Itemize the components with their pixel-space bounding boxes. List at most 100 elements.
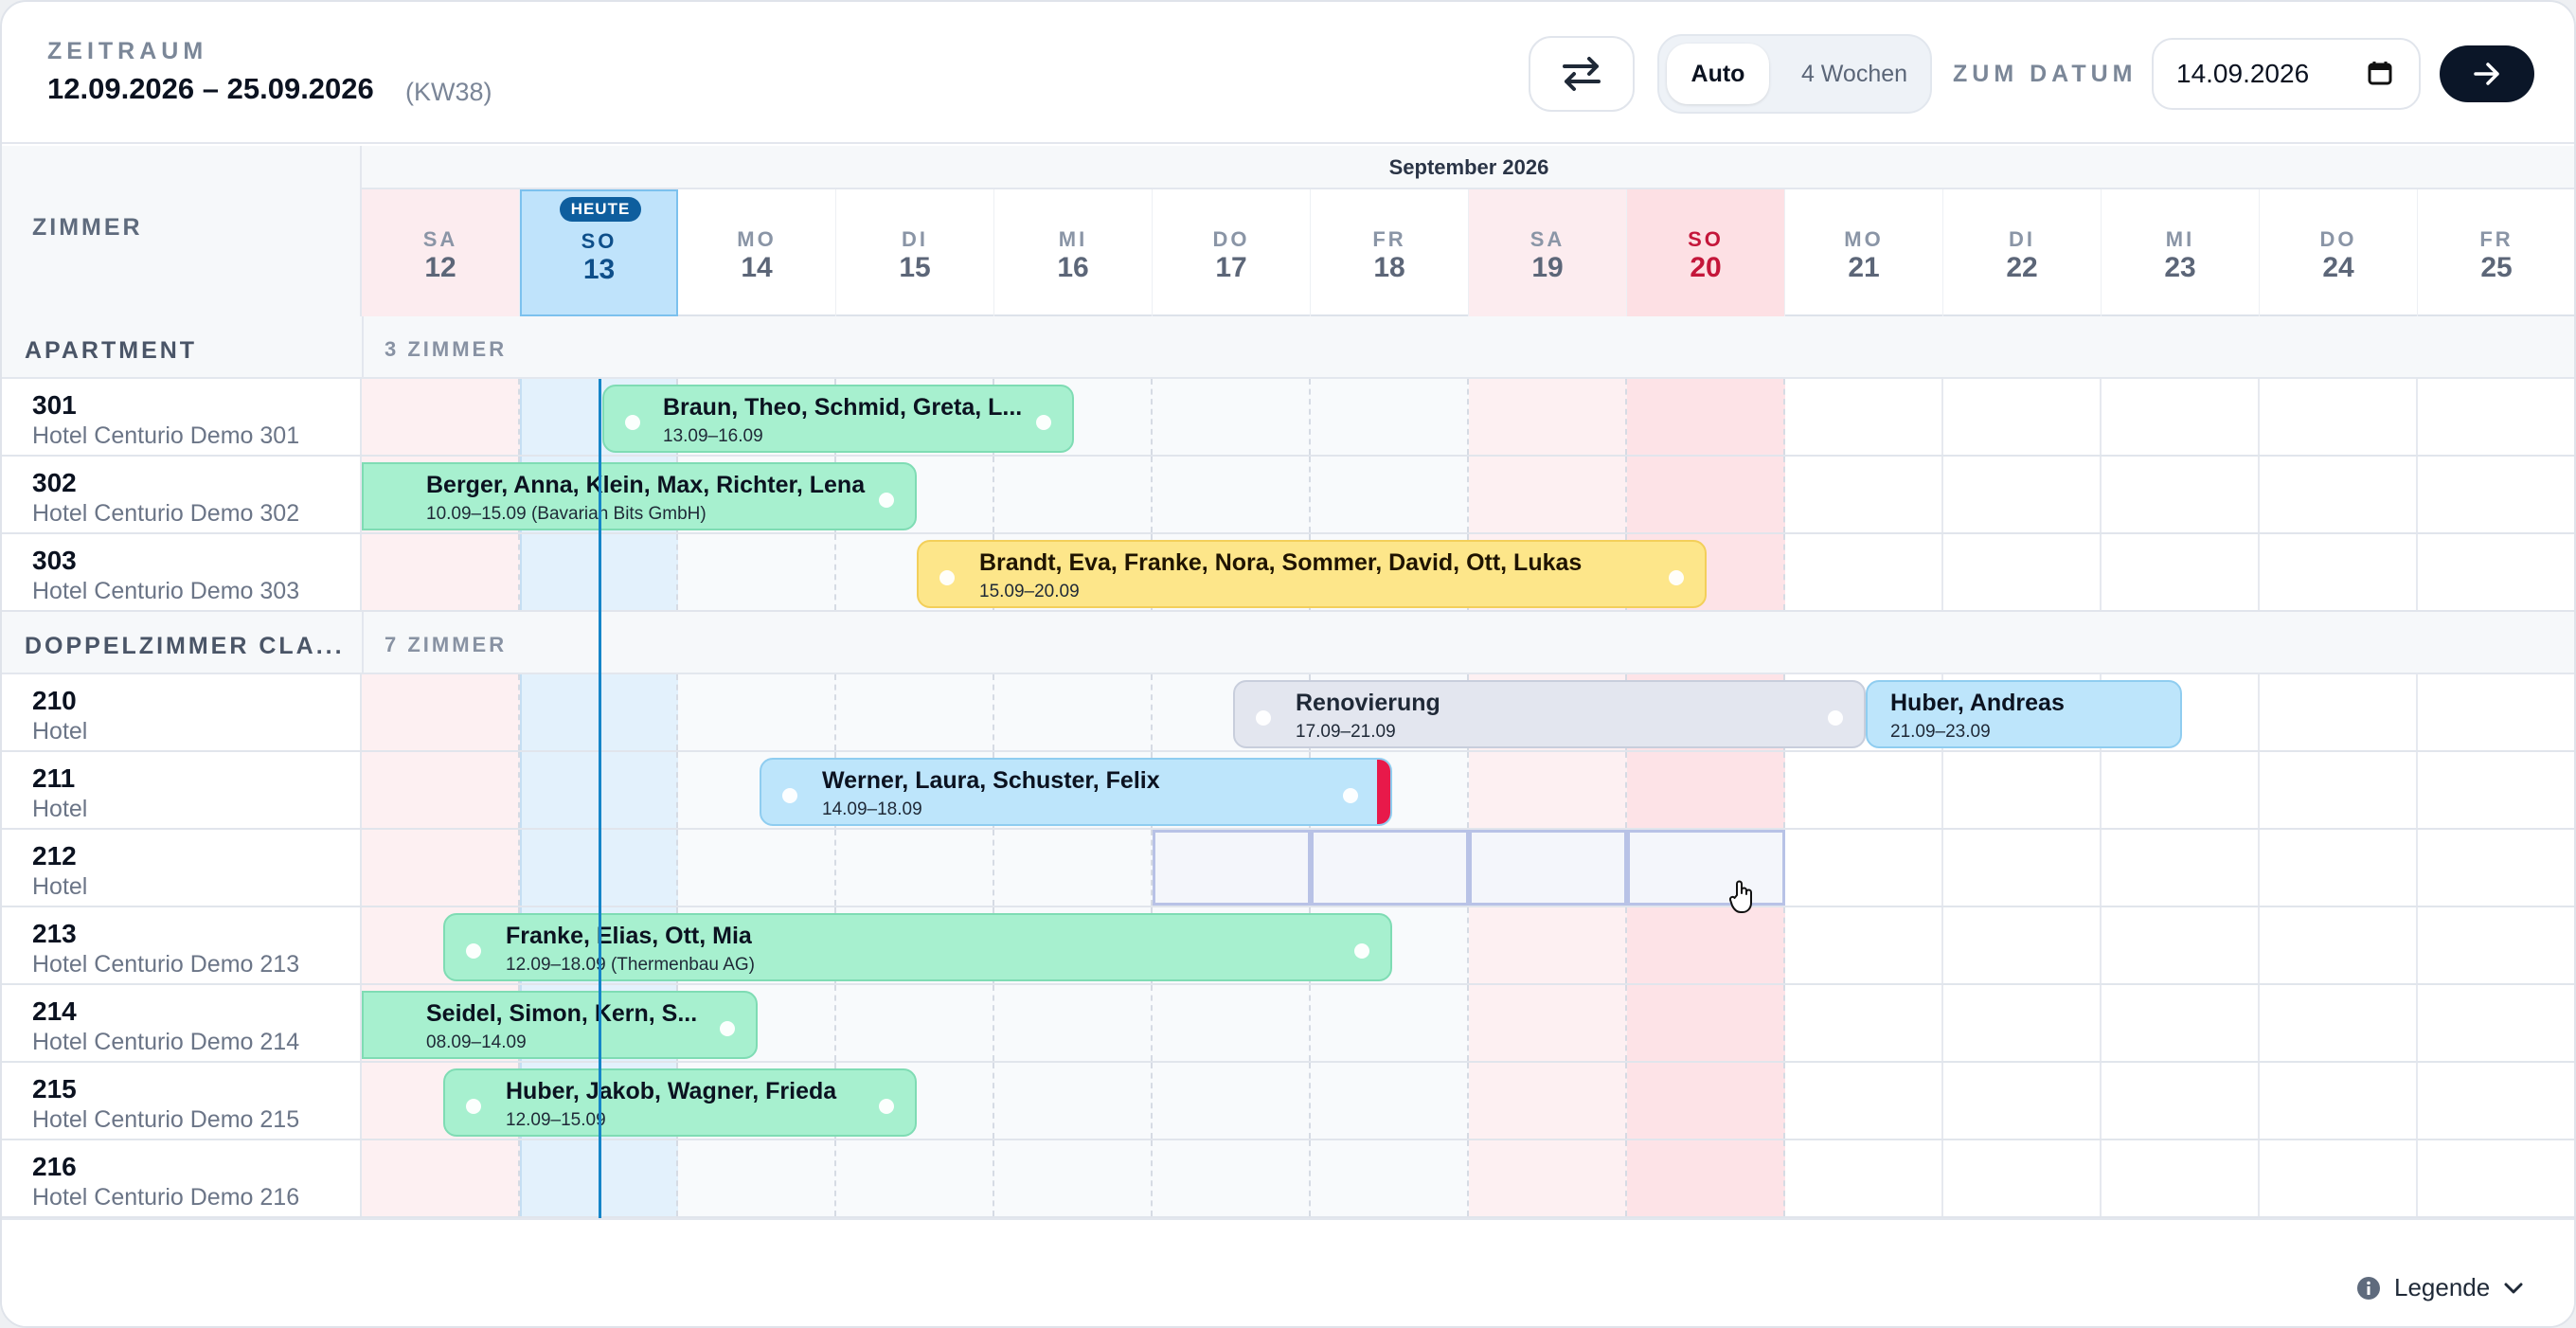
day-cell[interactable] — [2260, 379, 2418, 455]
day-cell[interactable] — [1785, 985, 1943, 1061]
room-label[interactable]: 213 Hotel Centurio Demo 213 — [2, 907, 362, 983]
view-mode-auto[interactable]: Auto — [1667, 44, 1769, 104]
day-cell[interactable] — [1311, 379, 1469, 455]
day-cell[interactable] — [2418, 830, 2574, 906]
day-cell[interactable] — [2418, 1063, 2574, 1139]
day-cell[interactable] — [1153, 1140, 1311, 1216]
day-cell[interactable] — [1627, 379, 1785, 455]
day-cell[interactable] — [1311, 457, 1469, 532]
day-cell[interactable] — [1153, 830, 1311, 906]
day-cell[interactable] — [2260, 985, 2418, 1061]
drag-handle-end[interactable] — [1828, 710, 1843, 726]
day-cell[interactable] — [2102, 830, 2260, 906]
day-cell[interactable] — [2418, 534, 2574, 610]
day-cell[interactable] — [1469, 830, 1627, 906]
booking-bar[interactable]: Franke, Elias, Ott, Mia 12.09–18.09 (The… — [443, 913, 1392, 981]
room-label[interactable]: 302 Hotel Centurio Demo 302 — [2, 457, 362, 532]
drag-handle-start[interactable] — [625, 415, 640, 430]
booking-bar[interactable]: Braun, Theo, Schmid, Greta, L... 13.09–1… — [602, 385, 1074, 453]
drag-handle-end[interactable] — [1036, 415, 1051, 430]
booking-bar[interactable]: Huber, Andreas 21.09–23.09 — [1866, 680, 2182, 748]
calendar-icon[interactable] — [2368, 61, 2392, 85]
day-cell[interactable] — [2418, 457, 2574, 532]
day-cell[interactable] — [994, 985, 1153, 1061]
room-group-header[interactable]: DOPPELZIMMER CLA... 7 ZIMMER — [2, 612, 2574, 674]
day-cell[interactable] — [1785, 379, 1943, 455]
day-cell[interactable] — [1943, 830, 2102, 906]
day-cell[interactable] — [1627, 907, 1785, 983]
day-cell[interactable] — [2260, 830, 2418, 906]
legend-toggle[interactable]: Legende — [2356, 1273, 2524, 1302]
drag-handle-end[interactable] — [879, 493, 894, 508]
day-cell[interactable] — [2260, 674, 2418, 750]
room-group-header[interactable]: APARTMENT 3 ZIMMER — [2, 316, 2574, 379]
day-cell[interactable] — [1943, 457, 2102, 532]
day-cell[interactable] — [2260, 1140, 2418, 1216]
booking-bar[interactable]: Huber, Jakob, Wagner, Frieda 12.09–15.09 — [443, 1068, 917, 1137]
drag-handle-start[interactable] — [1256, 710, 1271, 726]
day-cell[interactable] — [1311, 1140, 1469, 1216]
drag-handle-end[interactable] — [879, 1099, 894, 1114]
day-cell[interactable] — [1627, 457, 1785, 532]
day-cell[interactable] — [1943, 379, 2102, 455]
day-cell[interactable] — [2418, 1140, 2574, 1216]
day-cell[interactable] — [2102, 1063, 2260, 1139]
room-label[interactable]: 216 Hotel Centurio Demo 216 — [2, 1140, 362, 1216]
room-label[interactable]: 211 Hotel — [2, 752, 362, 828]
day-cell[interactable] — [1311, 1063, 1469, 1139]
room-label[interactable]: 210 Hotel — [2, 674, 362, 750]
drag-handle-end[interactable] — [1354, 943, 1369, 959]
day-cell[interactable] — [1311, 830, 1469, 906]
day-cell[interactable] — [2102, 379, 2260, 455]
day-cell[interactable] — [1627, 1063, 1785, 1139]
day-cell[interactable] — [836, 985, 994, 1061]
booking-bar[interactable]: Berger, Anna, Klein, Max, Richter, Lena … — [362, 462, 917, 530]
day-cell[interactable] — [362, 830, 520, 906]
day-cell[interactable] — [1943, 752, 2102, 828]
swap-button[interactable] — [1529, 36, 1635, 112]
day-cell[interactable] — [2418, 752, 2574, 828]
drag-handle-end[interactable] — [1343, 788, 1358, 803]
day-cell[interactable] — [1469, 752, 1627, 828]
day-cell[interactable] — [362, 379, 520, 455]
day-cell[interactable] — [2102, 457, 2260, 532]
day-cell[interactable] — [1785, 1140, 1943, 1216]
day-cell[interactable] — [2102, 534, 2260, 610]
day-cell[interactable] — [1469, 379, 1627, 455]
day-cell[interactable] — [1469, 985, 1627, 1061]
day-cell[interactable] — [1469, 907, 1627, 983]
day-cell[interactable] — [2260, 457, 2418, 532]
day-cell[interactable] — [1785, 1063, 1943, 1139]
day-cell[interactable] — [994, 457, 1153, 532]
day-cell[interactable] — [1469, 1063, 1627, 1139]
room-label[interactable]: 214 Hotel Centurio Demo 214 — [2, 985, 362, 1061]
day-cell[interactable] — [1469, 457, 1627, 532]
drag-handle-start[interactable] — [939, 570, 955, 585]
day-cell[interactable] — [1627, 985, 1785, 1061]
day-cell[interactable] — [1627, 830, 1785, 906]
room-label[interactable]: 301 Hotel Centurio Demo 301 — [2, 379, 362, 455]
room-label[interactable]: 215 Hotel Centurio Demo 215 — [2, 1063, 362, 1139]
day-cell[interactable] — [1943, 985, 2102, 1061]
booking-bar[interactable]: Brandt, Eva, Franke, Nora, Sommer, David… — [917, 540, 1707, 608]
day-cell[interactable] — [836, 674, 994, 750]
day-cell[interactable] — [1785, 534, 1943, 610]
day-cell[interactable] — [1943, 1140, 2102, 1216]
booking-bar[interactable]: Werner, Laura, Schuster, Felix 14.09–18.… — [760, 758, 1392, 826]
day-cell[interactable] — [1943, 907, 2102, 983]
day-cell[interactable] — [1943, 534, 2102, 610]
day-cell[interactable] — [2260, 534, 2418, 610]
booking-bar[interactable]: Seidel, Simon, Kern, S... 08.09–14.09 — [362, 991, 758, 1059]
drag-handle-start[interactable] — [466, 943, 481, 959]
day-cell[interactable] — [2102, 752, 2260, 828]
day-cell[interactable] — [2418, 674, 2574, 750]
day-cell[interactable] — [2418, 907, 2574, 983]
day-cell[interactable] — [1785, 752, 1943, 828]
day-cell[interactable] — [1153, 985, 1311, 1061]
day-cell[interactable] — [2102, 985, 2260, 1061]
day-cell[interactable] — [994, 830, 1153, 906]
day-cell[interactable] — [362, 752, 520, 828]
day-cell[interactable] — [1153, 379, 1311, 455]
room-label[interactable]: 303 Hotel Centurio Demo 303 — [2, 534, 362, 610]
day-cell[interactable] — [1627, 1140, 1785, 1216]
